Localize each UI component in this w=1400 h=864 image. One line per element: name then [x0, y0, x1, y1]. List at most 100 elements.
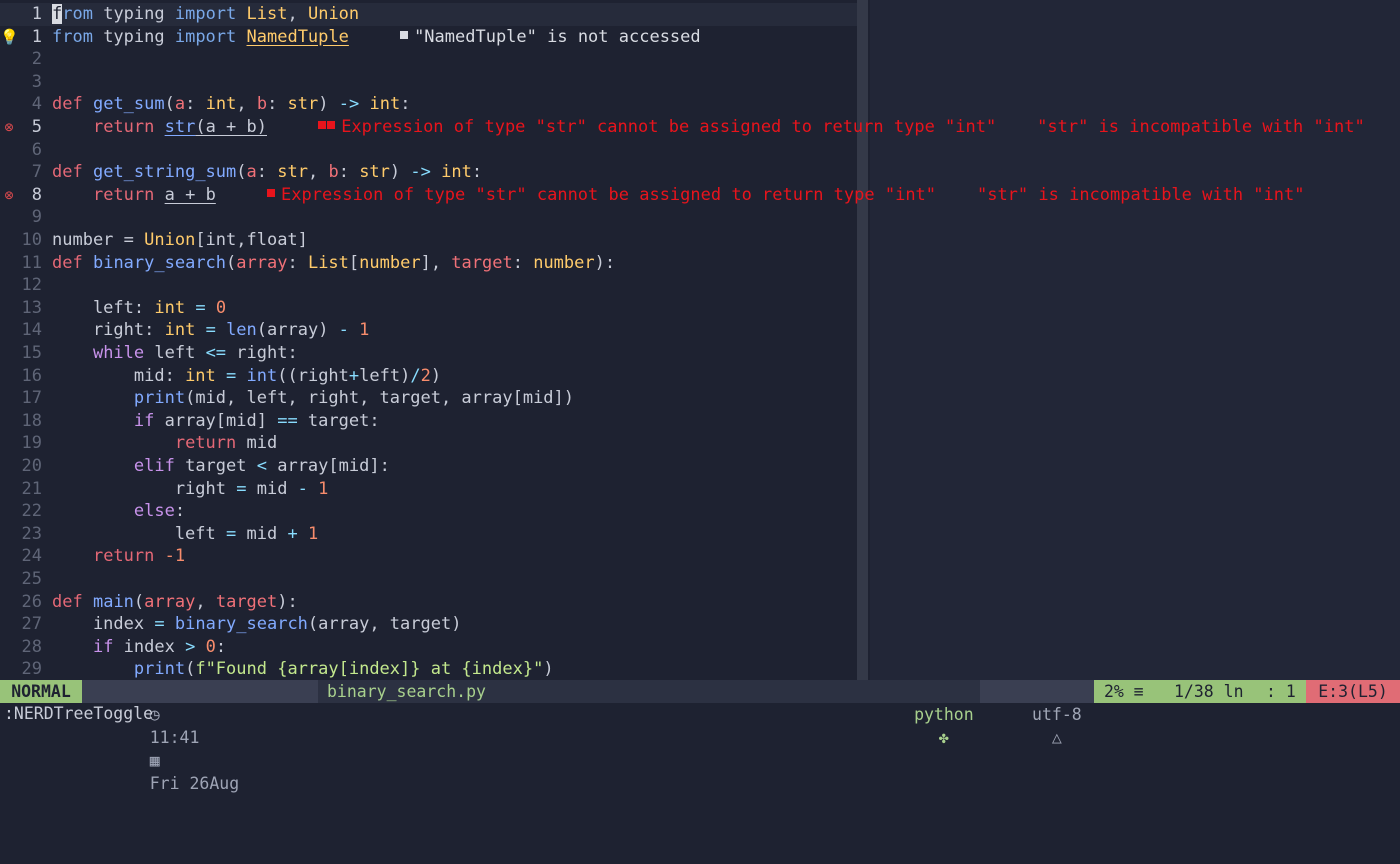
code-text[interactable]: else:: [52, 500, 185, 523]
code-line[interactable]: 2: [0, 48, 1400, 71]
code-line[interactable]: 28 if index > 0:: [0, 636, 1400, 659]
code-text[interactable]: from typing import NamedTuple "NamedTupl…: [52, 26, 701, 49]
line-number: 15: [21, 343, 42, 363]
code-text[interactable]: return str(a + b) Expression of type "st…: [52, 116, 1365, 139]
code-text[interactable]: return -1: [52, 545, 185, 568]
code-token: ,: [287, 4, 308, 24]
calendar-icon: ▦: [149, 751, 160, 770]
code-text[interactable]: return a + b Expression of type "str" ca…: [52, 184, 1305, 207]
code-line[interactable]: ⊗ 5 return str(a + b) Expression of type …: [0, 116, 1400, 139]
code-line[interactable]: 20 elif target < array[mid]:: [0, 455, 1400, 478]
code-token: >: [185, 636, 196, 657]
code-line[interactable]: 7 def get_string_sum(a: str, b: str) -> i…: [0, 161, 1400, 184]
code-line[interactable]: 18 if array[mid] == target:: [0, 410, 1400, 433]
line-number: 27: [21, 614, 42, 635]
code-token: get_sum: [92, 94, 165, 115]
code-line[interactable]: 17 print(mid, left, right, target, array…: [0, 387, 1400, 410]
code-token: 2: [420, 365, 431, 386]
code-text[interactable]: print(mid, left, right, target, array[mi…: [52, 387, 574, 410]
code-line[interactable]: 10 number = Union[int,float]: [0, 229, 1400, 252]
date-text: Fri 26Aug: [149, 774, 240, 793]
code-line[interactable]: 12: [0, 274, 1400, 297]
code-text[interactable]: def get_string_sum(a: str, b: str) -> in…: [52, 161, 482, 184]
code-text[interactable]: index = binary_search(array, target): [52, 613, 462, 636]
code-token: mid: [246, 478, 298, 499]
code-text[interactable]: left = mid + 1: [52, 523, 318, 546]
code-text[interactable]: if array[mid] == target:: [52, 410, 380, 433]
code-token: import: [174, 4, 237, 24]
code-token: typing: [92, 26, 175, 47]
code-text[interactable]: return mid: [52, 432, 277, 455]
code-line[interactable]: 9: [0, 206, 1400, 229]
code-line[interactable]: ⊗ 8 return a + b Expression of type "str"…: [0, 184, 1400, 207]
code-line[interactable]: 11 def binary_search(array: List[number],…: [0, 252, 1400, 275]
command-line[interactable]: :NERDTreeToggle: [0, 703, 1400, 725]
code-line[interactable]: 24 return -1: [0, 545, 1400, 568]
code-token: (: [185, 659, 196, 680]
editor-pane[interactable]: 1 from typing import List, Union 💡 1 from ty…: [0, 0, 1400, 680]
code-line[interactable]: 23 left = mid + 1: [0, 523, 1400, 546]
code-text[interactable]: print(f"Found {array[index]} at {index}"…: [52, 658, 554, 680]
code-text[interactable]: right = mid - 1: [52, 478, 329, 501]
linux-icon: △: [1051, 728, 1062, 747]
code-token: :: [215, 636, 227, 657]
code-text[interactable]: mid: int = int((right+left)/2): [52, 365, 441, 388]
code-line[interactable]: 3: [0, 71, 1400, 94]
code-token: [int,float]: [195, 230, 308, 250]
code-token: [: [348, 252, 360, 273]
code-line[interactable]: 1 from typing import List, Union: [0, 3, 857, 26]
code-token: def: [52, 591, 83, 612]
code-line[interactable]: 22 else:: [0, 500, 1400, 523]
statusline: NORMAL ◷ 11:41 ▦ Fri 26Aug binary_search…: [0, 680, 1400, 793]
code-token: return: [174, 433, 237, 454]
code-token: number: [533, 252, 595, 273]
mode-indicator: NORMAL: [0, 680, 82, 703]
python-icon: ✤: [938, 728, 949, 747]
code-text[interactable]: from typing import List, Union: [52, 3, 359, 26]
code-text[interactable]: left: int = 0: [52, 297, 226, 320]
code-line[interactable]: 15 while left <= right:: [0, 342, 1400, 365]
code-token: right:: [52, 320, 165, 341]
code-token: str: [359, 162, 390, 183]
code-line[interactable]: 19 return mid: [0, 432, 1400, 455]
code-line[interactable]: 25: [0, 568, 1400, 591]
code-token: 1: [359, 320, 370, 341]
code-token: b: [328, 162, 339, 183]
code-line[interactable]: 💡 1 from typing import NamedTuple "NamedTu…: [0, 26, 1400, 49]
code-text[interactable]: right: int = len(array) - 1: [52, 319, 369, 342]
code-token: return: [92, 117, 155, 137]
code-token: int: [246, 365, 278, 386]
code-token: main: [92, 591, 134, 612]
code-token: :: [174, 501, 186, 522]
code-line[interactable]: 6: [0, 139, 1400, 162]
code-line[interactable]: 27 index = binary_search(array, target): [0, 613, 1400, 636]
code-line[interactable]: 4 def get_sum(a: int, b: str) -> int:: [0, 93, 1400, 116]
line-info: 1/38 ln: [1174, 682, 1244, 701]
code-token: index: [52, 614, 155, 635]
code-token: a: [246, 162, 257, 183]
code-text[interactable]: while left <= right:: [52, 342, 298, 365]
code-line[interactable]: 29 print(f"Found {array[index]} at {inde…: [0, 658, 1400, 680]
time-text: 11:41: [149, 728, 200, 747]
code-line[interactable]: 16 mid: int = int((right+left)/2): [0, 365, 1400, 388]
code-text[interactable]: number = Union[int,float]: [52, 229, 308, 252]
code-text[interactable]: elif target < array[mid]:: [52, 455, 390, 478]
code-text[interactable]: def main(array, target):: [52, 591, 298, 614]
code-text[interactable]: def binary_search(array: List[number], t…: [52, 252, 615, 275]
code-text[interactable]: if index > 0:: [52, 636, 226, 659]
code-line[interactable]: 21 right = mid - 1: [0, 478, 1400, 501]
file-name: binary_search.py: [327, 682, 486, 701]
line-number: 14: [21, 320, 42, 341]
code-token: else: [133, 501, 175, 522]
code-line[interactable]: 26 def main(array, target):: [0, 591, 1400, 614]
code-token: +: [287, 523, 298, 544]
code-line[interactable]: 13 left: int = 0: [0, 297, 1400, 320]
line-number: 22: [21, 501, 42, 522]
code-token: :: [256, 162, 278, 183]
code-text[interactable]: def get_sum(a: int, b: str) -> int:: [52, 93, 410, 116]
code-token: ->: [410, 162, 431, 183]
code-line[interactable]: 14 right: int = len(array) - 1: [0, 319, 1400, 342]
